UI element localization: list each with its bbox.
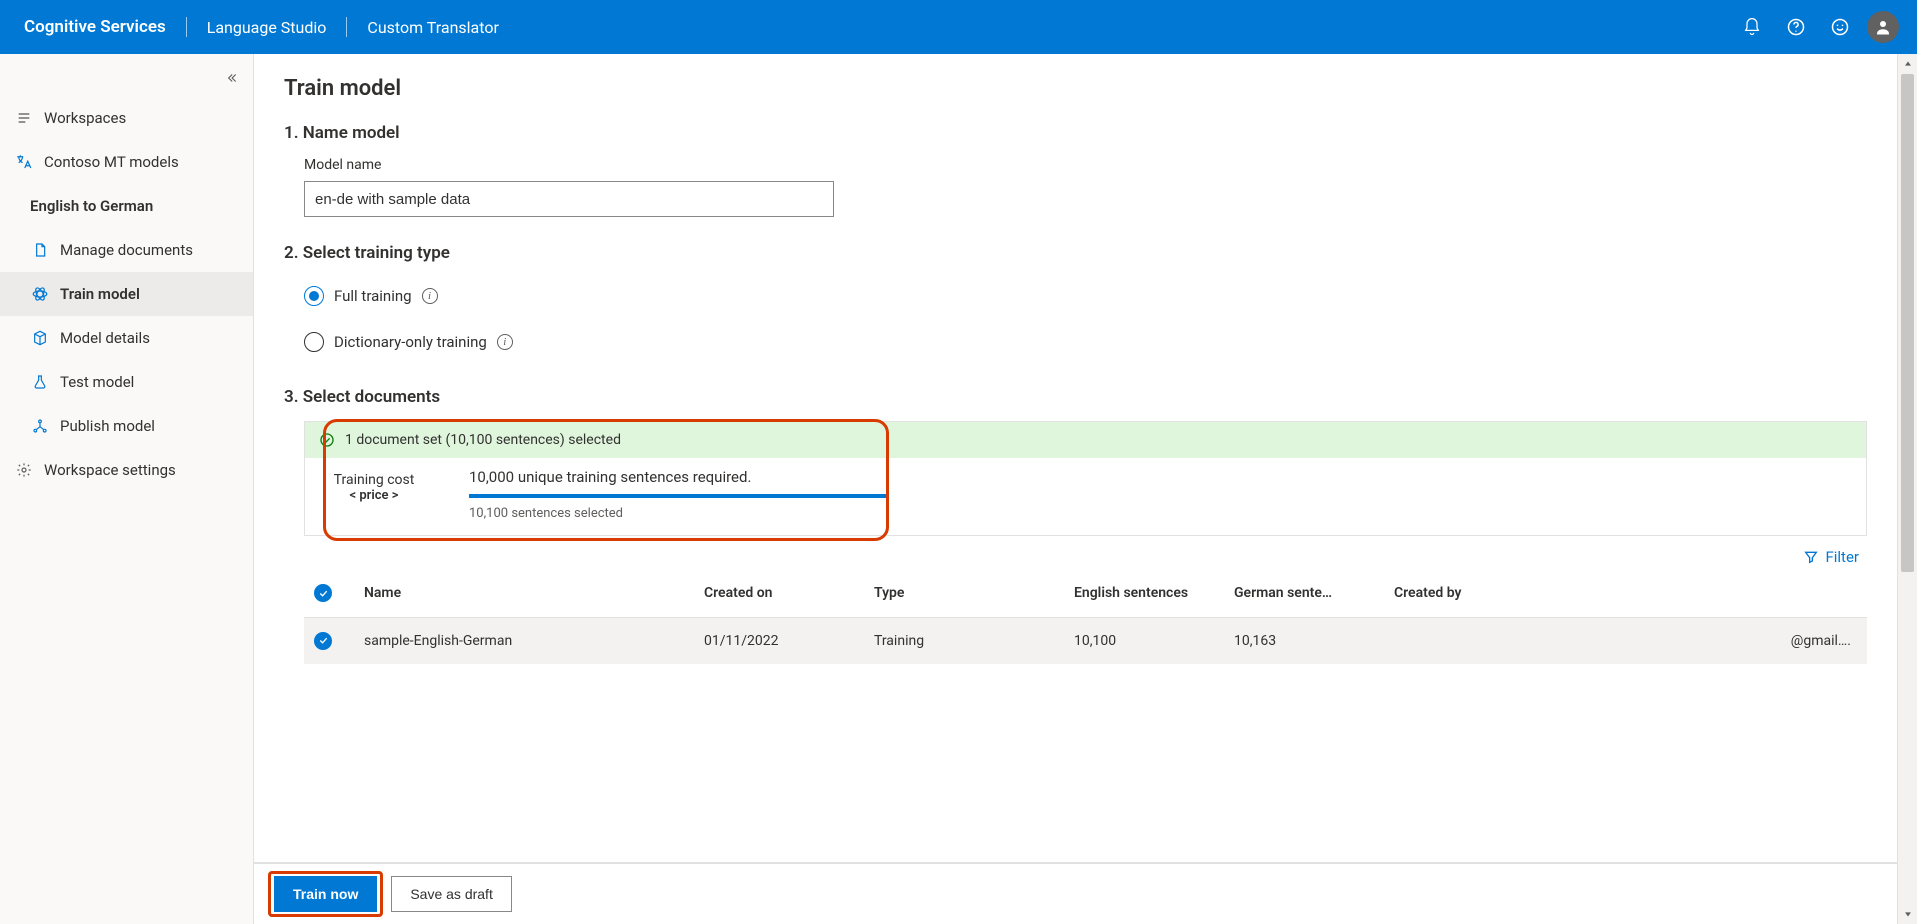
help-icon[interactable]	[1777, 8, 1815, 46]
model-name-label: Model name	[304, 157, 1867, 173]
gear-atom-icon	[30, 285, 50, 303]
training-cost: Training cost < price >	[319, 468, 429, 503]
breadcrumb-sep	[346, 17, 347, 37]
required-sentences-text: 10,000 unique training sentences require…	[469, 468, 889, 486]
vertical-scrollbar[interactable]	[1897, 54, 1917, 924]
sidebar-item-test-model[interactable]: Test model	[0, 360, 253, 404]
training-cost-value: < price >	[319, 488, 429, 503]
scroll-down-icon[interactable]	[1898, 904, 1917, 924]
radio-full-label: Full training	[334, 287, 412, 305]
radio-icon[interactable]	[304, 286, 324, 306]
network-icon	[30, 418, 50, 434]
main-content: Train model 1. Name model Model name 2. …	[254, 54, 1897, 924]
step-1-name-model: 1. Name model Model name	[284, 123, 1867, 217]
filter-icon	[1803, 549, 1819, 565]
summary-banner: 1 document set (10,100 sentences) select…	[305, 422, 1866, 458]
check-circle-icon	[319, 432, 335, 448]
col-created-by[interactable]: Created by	[1384, 570, 1867, 617]
sidebar-workspace-name[interactable]: Contoso MT models	[0, 140, 253, 184]
table-row[interactable]: sample-English-German 01/11/2022 Trainin…	[304, 617, 1867, 664]
sidebar-workspace-name-label: Contoso MT models	[44, 153, 179, 171]
table-header-row: Name Created on Type English sentences G…	[304, 570, 1867, 617]
user-avatar[interactable]	[1867, 11, 1899, 43]
save-as-draft-button[interactable]: Save as draft	[391, 876, 512, 912]
sidebar-item-label: Manage documents	[60, 241, 193, 259]
sidebar-workspace-settings[interactable]: Workspace settings	[0, 448, 253, 492]
sidebar-item-label: Train model	[60, 285, 140, 303]
breadcrumb-sep	[186, 17, 187, 37]
radio-icon[interactable]	[304, 332, 324, 352]
row-checkbox[interactable]	[314, 632, 332, 650]
sidebar-item-manage-documents[interactable]: Manage documents	[0, 228, 253, 272]
step-2-training-type: 2. Select training type Full training i …	[284, 243, 1867, 361]
cube-icon	[30, 330, 50, 346]
col-created[interactable]: Created on	[694, 570, 864, 617]
step-3-title: 3. Select documents	[284, 387, 1867, 407]
sidebar-item-train-model[interactable]: Train model	[0, 272, 253, 316]
progress-bar	[469, 494, 889, 498]
col-type[interactable]: Type	[864, 570, 1064, 617]
selected-sentences-text: 10,100 sentences selected	[469, 506, 889, 521]
info-icon[interactable]: i	[422, 288, 438, 304]
sidebar: Workspaces Contoso MT models English to …	[0, 54, 254, 924]
summary-banner-text: 1 document set (10,100 sentences) select…	[345, 432, 621, 448]
feedback-icon[interactable]	[1821, 8, 1859, 46]
training-cost-label: Training cost	[319, 472, 429, 488]
cell-english-sentences: 10,100	[1064, 617, 1224, 664]
page-title: Train model	[284, 76, 1867, 101]
model-name-input[interactable]	[304, 181, 834, 217]
filter-label: Filter	[1825, 548, 1859, 566]
breadcrumb-root[interactable]: Cognitive Services	[18, 17, 172, 37]
breadcrumb-language-studio[interactable]: Language Studio	[201, 18, 333, 37]
breadcrumb-custom-translator[interactable]: Custom Translator	[361, 18, 504, 37]
document-selection-summary: 1 document set (10,100 sentences) select…	[304, 421, 1867, 536]
select-all-checkbox[interactable]	[314, 584, 332, 602]
sentences-progress: 10,000 unique training sentences require…	[469, 468, 889, 521]
notifications-icon[interactable]	[1733, 8, 1771, 46]
cell-created-by: @gmail….	[1384, 617, 1867, 664]
radio-dictionary-only[interactable]: Dictionary-only training i	[304, 323, 1867, 361]
col-english-sentences[interactable]: English sentences	[1064, 570, 1224, 617]
cell-created: 01/11/2022	[694, 617, 864, 664]
sidebar-item-label: Publish model	[60, 417, 155, 435]
collapse-sidebar-icon[interactable]	[217, 64, 245, 92]
sidebar-item-label: Model details	[60, 329, 150, 347]
cell-name: sample-English-German	[354, 617, 694, 664]
filter-button[interactable]: Filter	[1803, 548, 1859, 566]
sidebar-item-label: Test model	[60, 373, 134, 391]
sidebar-item-model-details[interactable]: Model details	[0, 316, 253, 360]
sidebar-workspaces[interactable]: Workspaces	[0, 96, 253, 140]
radio-full-training[interactable]: Full training i	[304, 277, 1867, 315]
footer-action-bar: Train now Save as draft	[254, 862, 1897, 924]
sidebar-workspaces-label: Workspaces	[44, 109, 126, 127]
scroll-up-icon[interactable]	[1898, 54, 1917, 74]
radio-dictionary-label: Dictionary-only training	[334, 333, 487, 351]
train-now-button[interactable]: Train now	[274, 876, 377, 912]
cell-german-sentences: 10,163	[1224, 617, 1384, 664]
step-3-select-documents: 3. Select documents 1 document set (10,1…	[284, 387, 1867, 664]
step-2-title: 2. Select training type	[284, 243, 1867, 263]
app-header: Cognitive Services Language Studio Custo…	[0, 0, 1917, 54]
info-icon[interactable]: i	[497, 334, 513, 350]
col-name[interactable]: Name	[354, 570, 694, 617]
list-icon	[14, 110, 34, 126]
document-icon	[30, 242, 50, 258]
cell-type: Training	[864, 617, 1064, 664]
scrollbar-thumb[interactable]	[1901, 74, 1914, 572]
sidebar-project-name-label: English to German	[30, 197, 153, 215]
col-german-sentences[interactable]: German sente…	[1224, 570, 1384, 617]
translate-icon	[14, 153, 34, 171]
sidebar-project-name[interactable]: English to German	[0, 184, 253, 228]
sidebar-item-publish-model[interactable]: Publish model	[0, 404, 253, 448]
gear-icon	[14, 462, 34, 478]
documents-table: Name Created on Type English sentences G…	[304, 570, 1867, 664]
flask-icon	[30, 374, 50, 390]
scrollbar-track[interactable]	[1898, 74, 1917, 904]
step-1-title: 1. Name model	[284, 123, 1867, 143]
sidebar-workspace-settings-label: Workspace settings	[44, 461, 176, 479]
